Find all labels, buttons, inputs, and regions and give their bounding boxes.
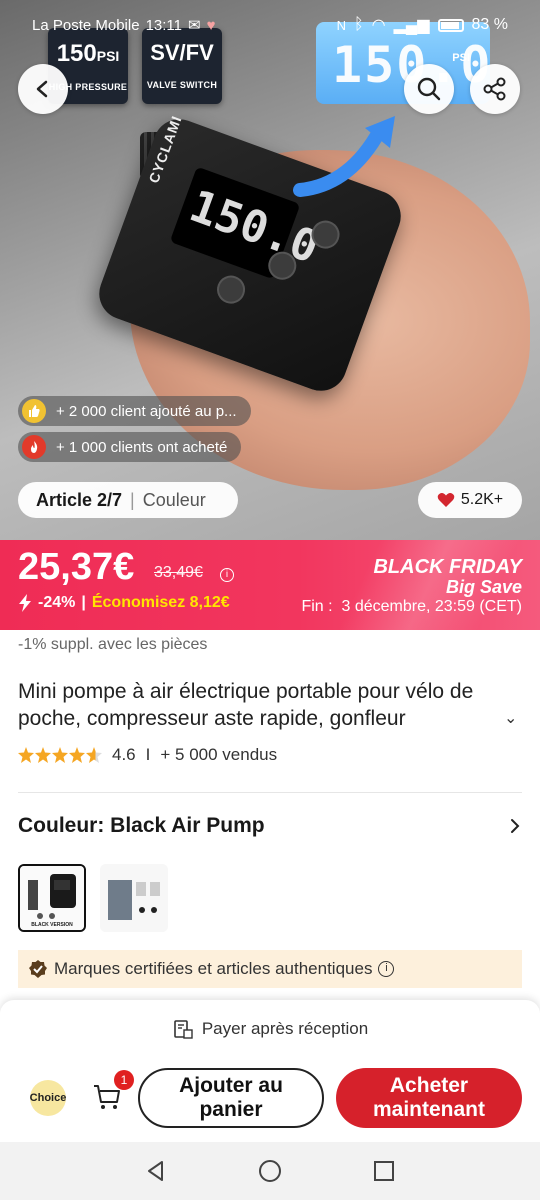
device-plus-button [213,271,249,308]
likes-count: 5.2K+ [460,491,504,508]
rating-separator: I [145,745,151,764]
system-navigation-bar [0,1142,540,1200]
buy-now-button[interactable]: Acheter maintenant [336,1068,522,1128]
promo-subtitle: Big Save [445,577,522,597]
add-to-cart-label: Ajouter au panier [179,1074,283,1121]
back-button[interactable] [18,64,68,114]
rating-value: 4.6 [112,745,136,764]
wishlist-button[interactable]: 5.2K+ [418,482,522,518]
chevron-down-icon[interactable]: ⌄ [502,708,518,728]
color-option-set[interactable] [100,864,168,932]
heart-icon [437,493,455,507]
buy-now-label: Acheter maintenant [372,1074,485,1121]
verified-check-icon [29,960,47,978]
cash-on-delivery-icon [174,1020,193,1039]
clock: 13:11 [145,16,183,34]
add-to-cart-button[interactable]: Ajouter au panier [138,1068,324,1128]
status-bar: La Poste Mobile 13:11 ✉ ♥ N ᛒ ◠ ▂▄▆ 83 % [0,0,540,50]
color-option-black[interactable]: BLACK VERSION [18,864,86,932]
thumb-black-caption: BLACK VERSION [31,922,73,928]
carrier-label: La Poste Mobile [32,16,140,34]
social-proof-bought-text: + 1 000 clients ont acheté [56,438,228,456]
promo-end: Fin : 3 décembre, 23:59 (CET) [301,598,522,616]
divider [18,792,522,793]
nav-back-icon[interactable] [144,1159,168,1183]
original-price: 33,49€ [154,564,203,581]
discount-row: -24% | Économisez 8,12€ [18,594,230,612]
article-separator: | [130,489,135,510]
current-price: 25,37€ [18,546,135,588]
choice-badge[interactable]: Choice [30,1080,66,1116]
bluetooth-icon: ᛒ [354,16,364,33]
pressure-badge-unit: PSI [96,48,120,64]
authenticity-text: Marques certifiées et articles authentiq… [54,959,373,978]
product-page: La Poste Mobile 13:11 ✉ ♥ N ᛒ ◠ ▂▄▆ 83 %… [0,0,540,1200]
heart-status-icon: ♥ [206,16,216,34]
share-button[interactable] [470,64,520,114]
pay-on-delivery-row: Payer après réception [0,1018,540,1040]
thumbs-up-icon [22,399,46,423]
nav-home-icon[interactable] [257,1158,283,1184]
device-brand-logo: CYCLAMI [145,113,185,186]
color-selector-row[interactable]: Couleur: Black Air Pump [18,814,522,838]
wifi-icon: ◠ [371,17,386,34]
chevron-right-icon [511,819,520,833]
arrow-graphic [293,116,395,197]
color-label: Couleur: Black Air Pump [18,814,265,837]
discount-percent: -24% [38,594,76,611]
fire-icon [22,435,46,459]
product-image-carousel[interactable]: La Poste Mobile 13:11 ✉ ♥ N ᛒ ◠ ▂▄▆ 83 %… [0,0,540,540]
cart-button[interactable]: 1 [92,1070,134,1114]
nav-recents-icon[interactable] [372,1159,396,1183]
notification-icon: ✉ [188,17,201,34]
promo-end-date: 3 décembre, 23:59 (CET) [341,598,522,615]
savings-amount: Économisez 8,12€ [91,594,230,611]
product-title[interactable]: Mini pompe à air électrique portable pou… [18,678,518,732]
promo-end-label: Fin : [301,598,333,615]
article-color-link[interactable]: Couleur [143,490,206,511]
cart-count-badge: 1 [114,1070,134,1090]
signal-icon: ▂▄▆ [393,17,430,34]
battery-icon [437,18,464,32]
thumb-black-pump-image [20,866,84,930]
pay-on-delivery-text: Payer après réception [201,1019,369,1038]
star-rating [18,747,102,763]
sold-count: + 5 000 vendus [160,745,278,764]
article-index: Article 2/7 [36,489,123,510]
promo-title: BLACK FRIDAY [373,556,522,578]
discount-separator: | [81,594,86,611]
image-variant-pill[interactable]: Article 2/7 | Couleur [18,482,238,518]
stars-icon [18,747,102,763]
back-arrow-icon [36,80,48,98]
status-left: La Poste Mobile 13:11 ✉ ♥ [32,16,216,35]
search-button[interactable] [404,64,454,114]
status-right: N ᛒ ◠ ▂▄▆ 83 % [337,15,508,35]
social-proof-bought: + 1 000 clients ont acheté [18,432,242,462]
share-icon [483,77,506,101]
lightning-icon [19,594,31,612]
color-options: BLACK VERSION [18,864,168,932]
lcd-unit: PSI [452,52,470,64]
social-proof-added-text: + 2 000 client ajouté au p... [56,402,237,420]
info-icon[interactable]: i [220,568,234,582]
authenticity-info-icon: i [378,961,395,977]
valve-badge-caption: VALVE SWITCH [146,80,218,90]
thumb-kit-image [100,864,168,932]
rating-row[interactable]: 4.6 I + 5 000 vendus [18,745,277,765]
authenticity-banner[interactable]: Marques certifiées et articles authentiq… [18,950,522,988]
battery-percent: 83 % [471,16,508,33]
search-icon [417,77,441,101]
nfc-icon: N [336,17,346,33]
social-proof-added: + 2 000 client ajouté au p... [18,396,251,426]
coins-extra-discount: -1% suppl. avec les pièces [18,636,208,653]
